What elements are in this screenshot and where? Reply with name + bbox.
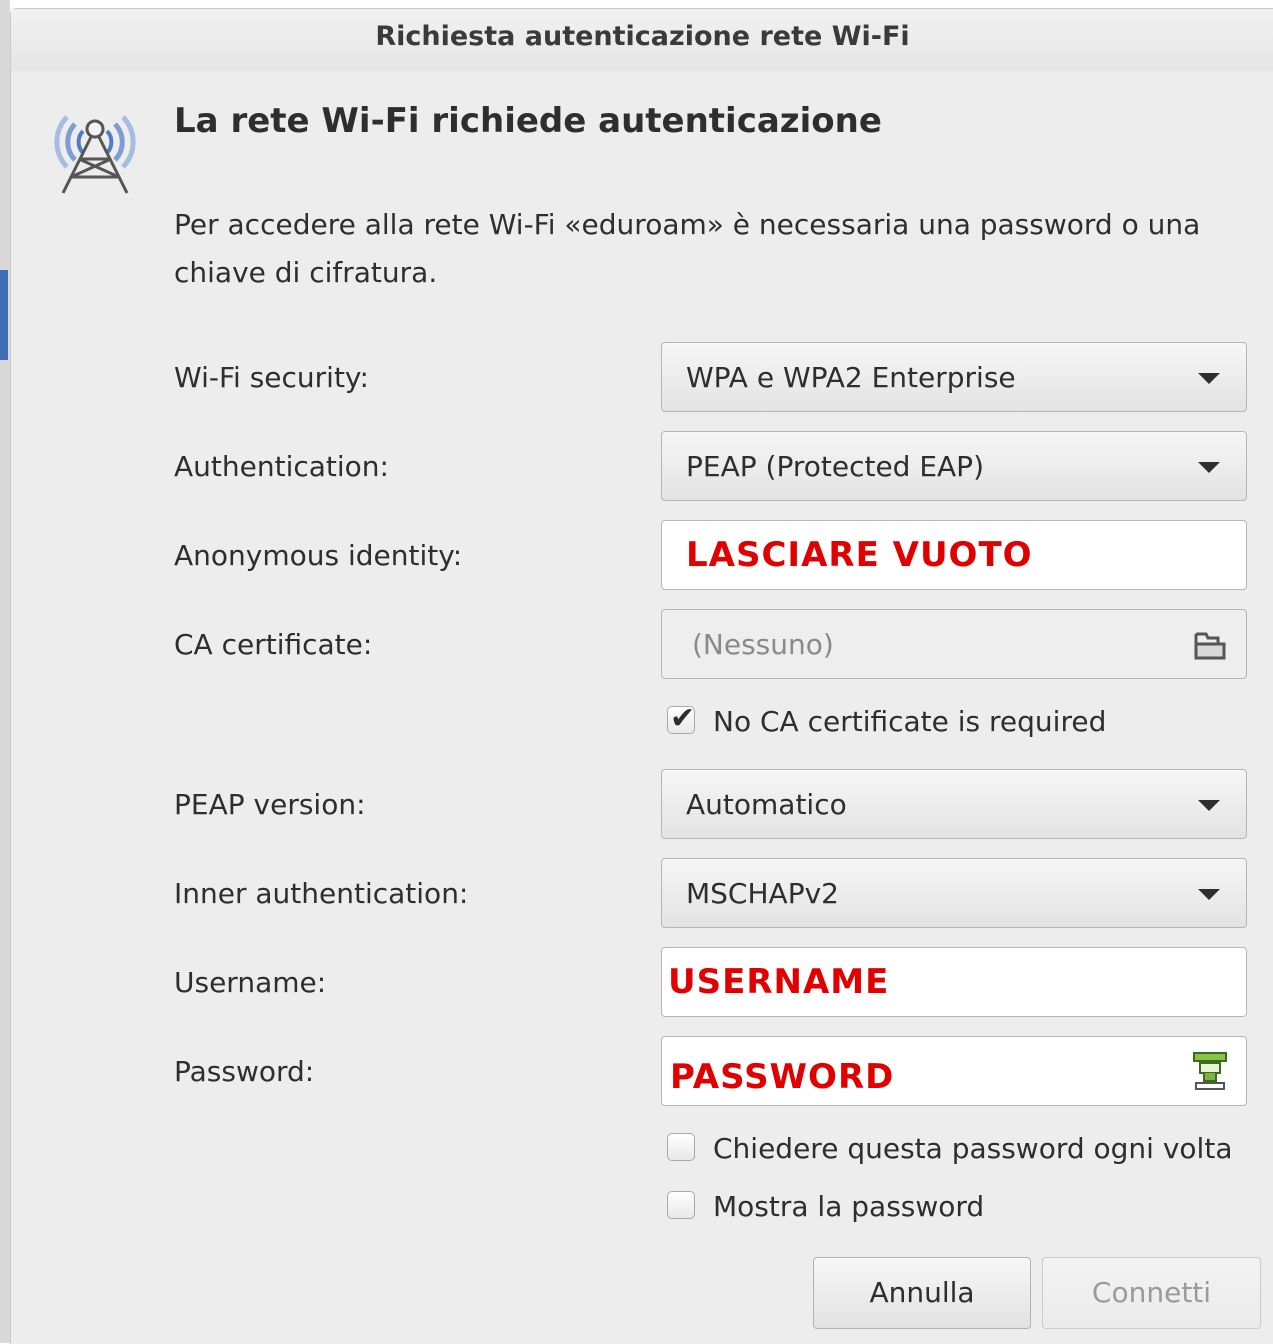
password-input[interactable]: PASSWORD [661,1036,1247,1106]
no-ca-required-checkbox[interactable]: ✔ No CA certificate is required [667,701,1107,738]
ca-certificate-label: CA certificate: [174,628,373,661]
connect-button[interactable]: Connetti [1042,1257,1261,1329]
wifi-security-combo[interactable]: WPA e WPA2 Enterprise [661,342,1247,412]
dropdown-arrow-icon [1198,373,1220,384]
username-label: Username: [174,966,327,999]
authentication-combo[interactable]: PEAP (Protected EAP) [661,431,1247,501]
no-ca-required-label: No CA certificate is required [713,705,1107,738]
anonymous-identity-value: LASCIARE VUOTO [686,535,1033,575]
ask-every-time-checkbox[interactable]: Chiedere questa password ogni volta [667,1132,1232,1165]
ca-certificate-chooser[interactable]: (Nessuno) [661,609,1247,679]
dropdown-arrow-icon [1198,889,1220,900]
password-label: Password: [174,1055,315,1088]
authentication-value: PEAP (Protected EAP) [686,450,984,483]
peap-version-label: PEAP version: [174,788,366,821]
checkmark-icon: ✔ [670,701,696,736]
inner-authentication-label: Inner authentication: [174,877,469,910]
cancel-button[interactable]: Annulla [813,1257,1031,1329]
background-window-edge [0,0,10,1343]
ask-every-time-label: Chiedere questa password ogni volta [713,1132,1233,1165]
username-input[interactable]: USERNAME [661,947,1247,1017]
checkbox-box[interactable] [667,1191,695,1219]
ca-certificate-value: (Nessuno) [692,628,834,661]
checkbox-box[interactable] [667,1133,695,1161]
peap-version-value: Automatico [686,788,847,821]
background-window-accent [0,270,8,360]
password-value: PASSWORD [670,1057,895,1097]
show-password-checkbox[interactable]: Mostra la password [667,1190,984,1223]
password-storage-icon[interactable] [1192,1051,1228,1091]
inner-authentication-value: MSCHAPv2 [686,877,839,910]
title-bar[interactable]: Richiesta autenticazione rete Wi‑Fi [11,9,1273,71]
wifi-tower-icon [54,115,136,194]
anonymous-identity-label: Anonymous identity: [174,539,463,572]
wifi-auth-dialog: Richiesta autenticazione rete Wi‑Fi La r… [10,8,1273,1344]
dropdown-arrow-icon [1198,462,1220,473]
dialog-heading: La rete Wi‑Fi richiede autenticazione [174,101,882,141]
anonymous-identity-input[interactable]: LASCIARE VUOTO [661,520,1247,590]
wifi-security-label: Wi-Fi security: [174,361,369,394]
checkbox-box[interactable]: ✔ [667,701,695,736]
username-value: USERNAME [668,962,890,1002]
file-chooser-icon [1194,632,1226,660]
peap-version-combo[interactable]: Automatico [661,769,1247,839]
authentication-label: Authentication: [174,450,389,483]
window-title: Richiesta autenticazione rete Wi‑Fi [375,21,910,52]
show-password-label: Mostra la password [713,1190,985,1223]
inner-authentication-combo[interactable]: MSCHAPv2 [661,858,1247,928]
dropdown-arrow-icon [1198,800,1220,811]
dialog-description: Per accedere alla rete Wi-Fi «eduroam» è… [174,208,1201,289]
wifi-security-value: WPA e WPA2 Enterprise [686,361,1016,394]
